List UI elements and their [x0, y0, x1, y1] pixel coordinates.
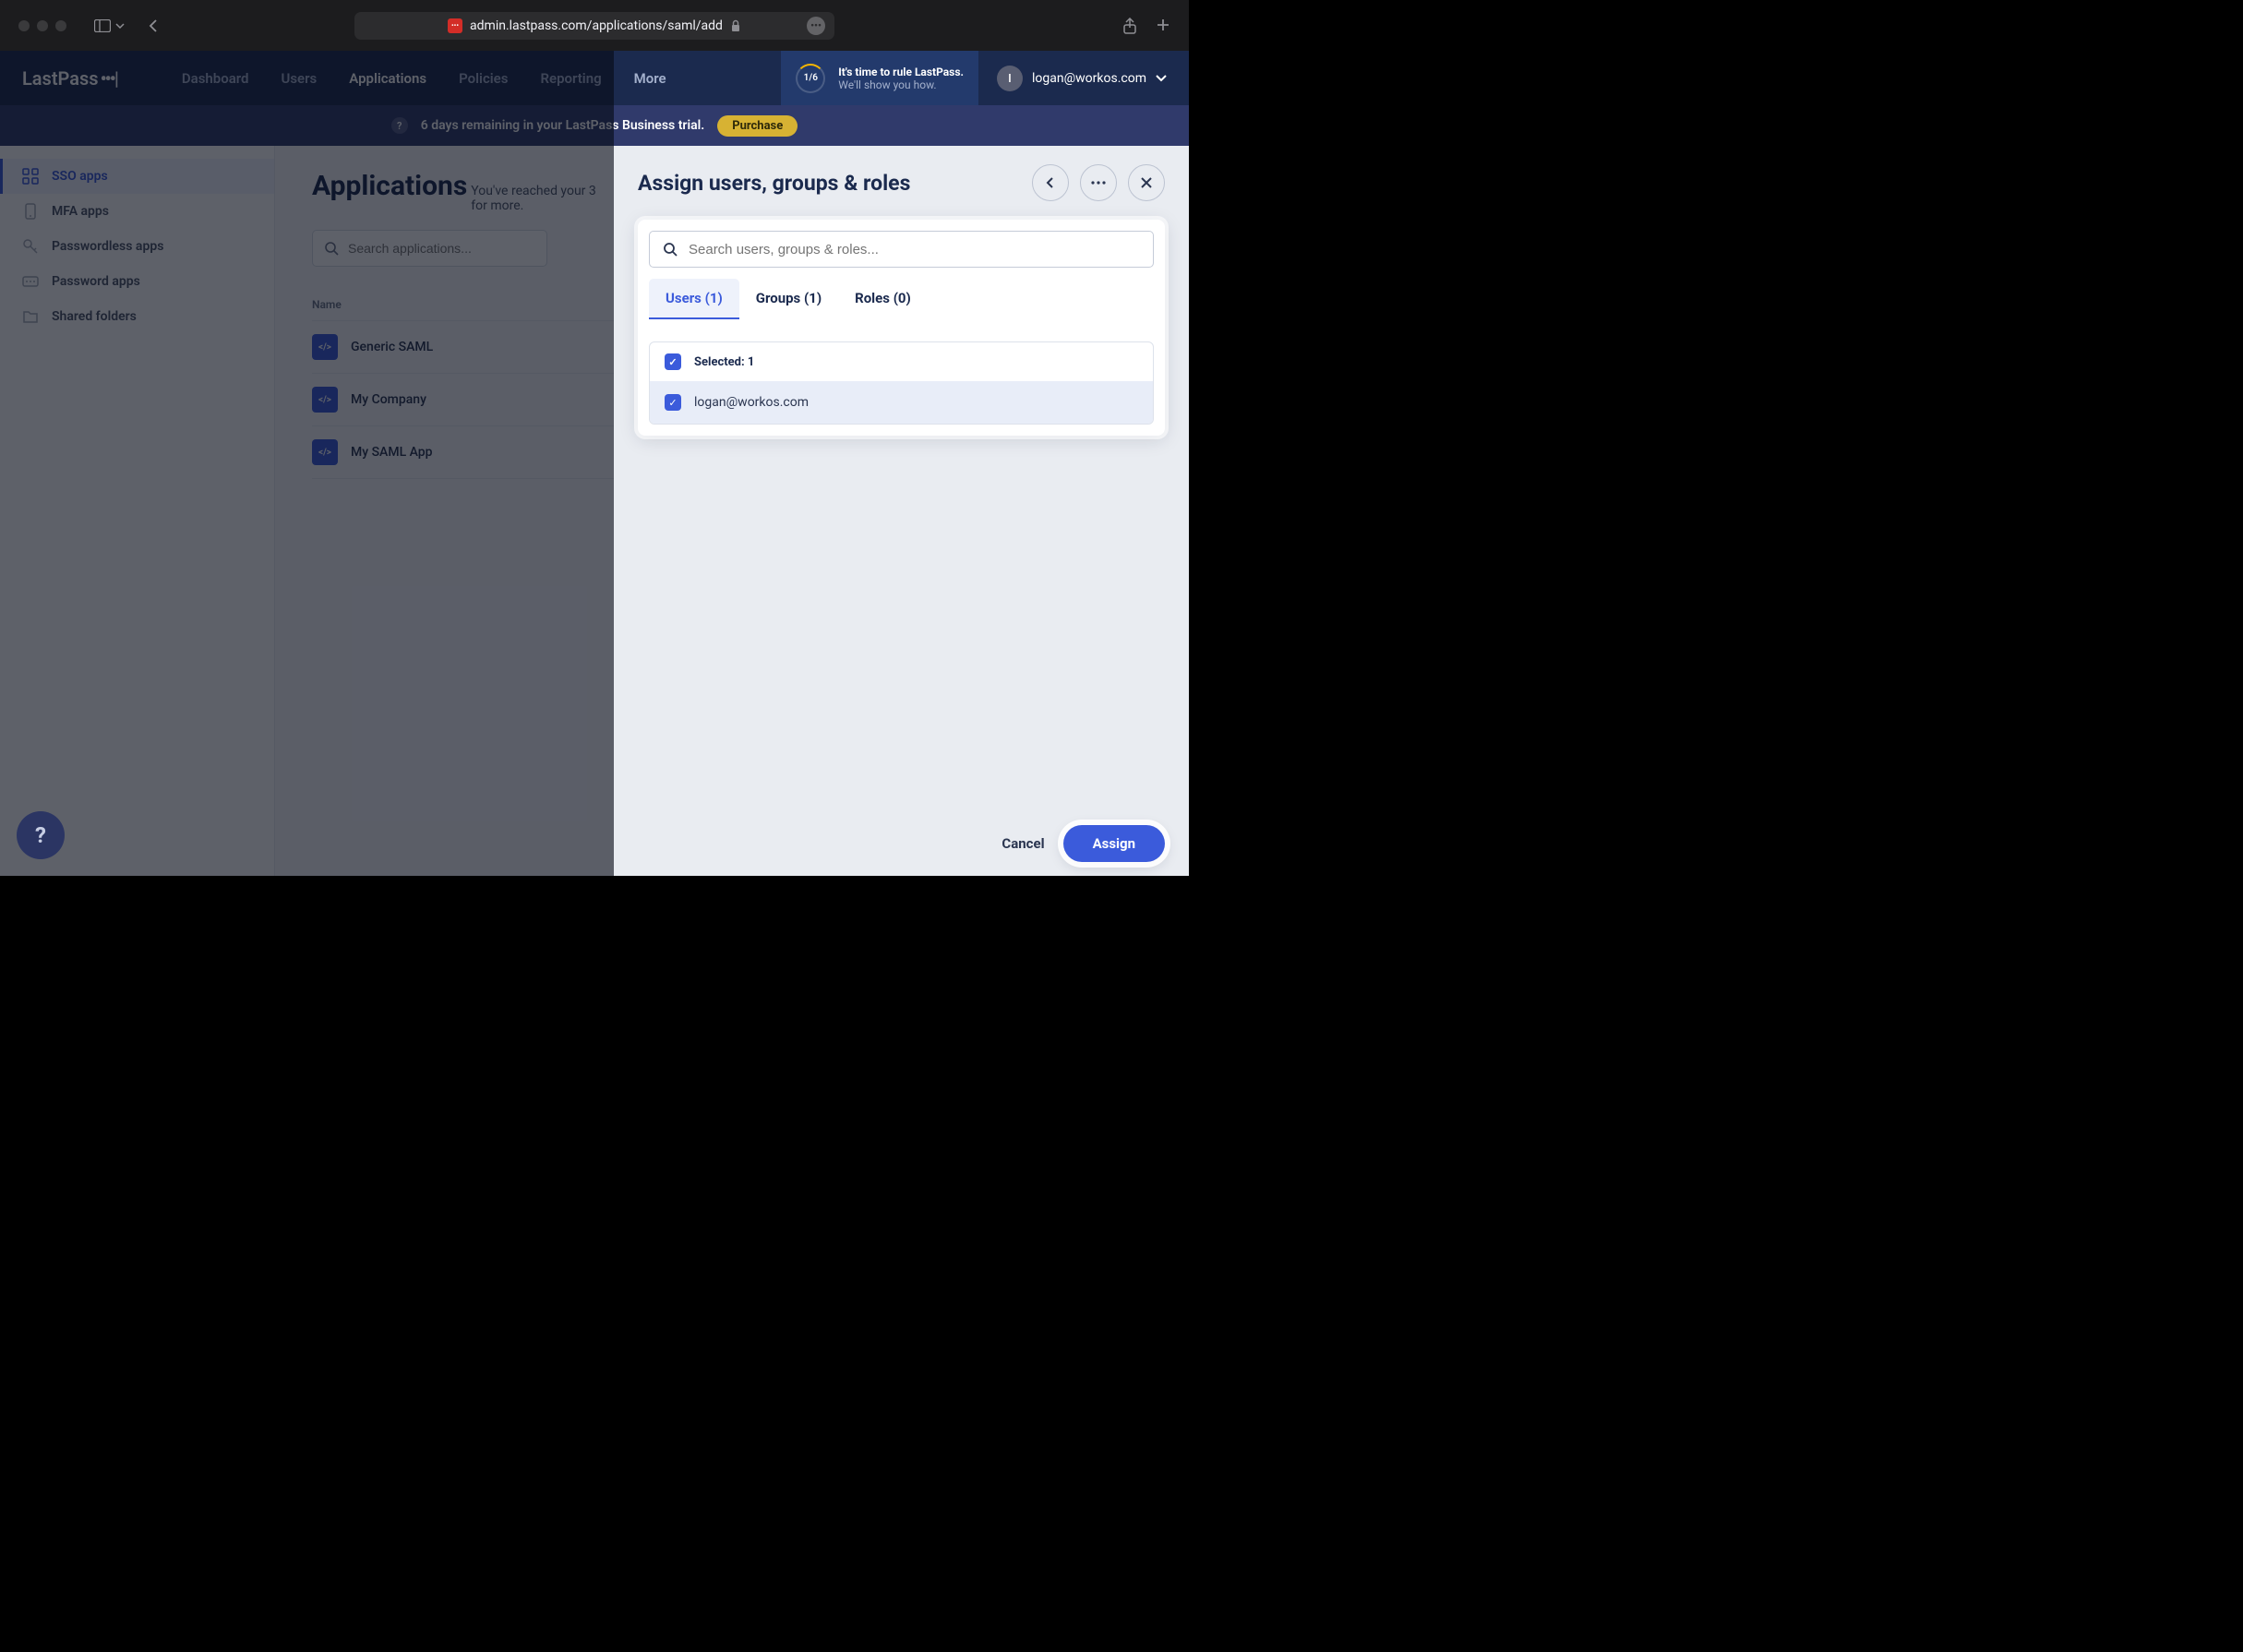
help-icon[interactable]: ?	[391, 117, 408, 134]
user-email: logan@workos.com	[694, 395, 809, 410]
user-checkbox[interactable]: ✓	[665, 394, 681, 411]
sidebar-toggle[interactable]	[94, 19, 125, 32]
browser-chrome: ••• admin.lastpass.com/applications/saml…	[0, 0, 1189, 51]
sidebar: SSO apps MFA apps Passwordless apps Pass…	[0, 146, 275, 876]
search-icon	[324, 241, 339, 256]
logo-dots-icon: •••|	[101, 67, 117, 90]
key-icon	[22, 238, 39, 255]
nav-policies[interactable]: Policies	[459, 70, 508, 87]
promo-subtitle: We'll show you how.	[838, 78, 964, 91]
banner-text: 6 days remaining in your LastPass Busine…	[421, 118, 705, 133]
search-icon	[663, 242, 678, 257]
sidebar-item-sso[interactable]: SSO apps	[0, 159, 274, 194]
account-email: logan@workos.com	[1032, 71, 1146, 86]
app-name: Generic SAML	[351, 340, 433, 354]
share-icon[interactable]	[1122, 18, 1137, 34]
back-button[interactable]	[148, 18, 159, 33]
promo-title: It's time to rule LastPass.	[838, 66, 964, 78]
nav-reporting[interactable]: Reporting	[540, 70, 601, 87]
close-window[interactable]	[18, 20, 30, 31]
selected-count: Selected: 1	[694, 355, 754, 369]
drawer-close-button[interactable]	[1128, 164, 1165, 201]
progress-ring-icon: 1/6	[796, 64, 825, 93]
sidebar-item-shared[interactable]: Shared folders	[0, 299, 274, 334]
favicon-icon: •••	[448, 18, 462, 33]
grid-icon	[22, 168, 39, 185]
drawer-back-button[interactable]	[1032, 164, 1069, 201]
app-search[interactable]	[312, 230, 547, 267]
logo[interactable]: LastPass•••|	[22, 67, 117, 90]
tab-roles[interactable]: Roles (0)	[838, 279, 928, 319]
assign-drawer: Assign users, groups & roles	[614, 146, 1189, 876]
page-title: Applications	[312, 170, 467, 202]
chevron-down-icon	[1156, 75, 1167, 82]
tab-users[interactable]: Users (1)	[649, 279, 739, 319]
nav-applications[interactable]: Applications	[349, 70, 426, 87]
folder-icon	[22, 308, 39, 325]
drawer-more-button[interactable]	[1080, 164, 1117, 201]
reader-icon[interactable]: •••	[807, 17, 825, 35]
select-all-checkbox[interactable]: ✓	[665, 353, 681, 370]
app-icon: </>	[312, 334, 338, 360]
url-bar[interactable]: ••• admin.lastpass.com/applications/saml…	[354, 12, 834, 40]
cancel-button[interactable]: Cancel	[1002, 835, 1044, 852]
nav-more[interactable]: More	[634, 70, 666, 87]
sidebar-item-passwordless[interactable]: Passwordless apps	[0, 229, 274, 264]
app-name: My SAML App	[351, 445, 433, 460]
sidebar-item-label: MFA apps	[52, 204, 109, 219]
tab-groups[interactable]: Groups (1)	[739, 279, 838, 319]
app-icon: </>	[312, 439, 338, 465]
assign-search-input[interactable]	[689, 242, 1140, 257]
phone-icon	[22, 203, 39, 220]
help-bubble[interactable]: ?	[17, 811, 65, 859]
purchase-button[interactable]: Purchase	[717, 115, 798, 137]
assign-search[interactable]	[649, 231, 1154, 268]
assign-panel: Users (1) Groups (1) Roles (0) ✓ Selecte…	[638, 220, 1165, 436]
app-search-input[interactable]	[348, 241, 535, 256]
avatar: l	[997, 66, 1023, 91]
user-row[interactable]: ✓ logan@workos.com	[650, 381, 1153, 424]
page-subtitle: You've reached your 3	[471, 184, 596, 198]
app-name: My Company	[351, 392, 426, 407]
sidebar-item-label: Password apps	[52, 274, 140, 289]
window-controls[interactable]	[18, 20, 66, 31]
trial-banner: ? 6 days remaining in your LastPass Busi…	[0, 105, 1189, 146]
url-text: admin.lastpass.com/applications/saml/add	[470, 18, 723, 33]
nav-users[interactable]: Users	[281, 70, 317, 87]
assign-button[interactable]: Assign	[1063, 825, 1165, 862]
account-menu[interactable]: l logan@workos.com	[997, 66, 1167, 91]
select-all-row[interactable]: ✓ Selected: 1	[650, 342, 1153, 381]
app-icon: </>	[312, 387, 338, 413]
sidebar-item-password[interactable]: Password apps	[0, 264, 274, 299]
apps-icon	[22, 273, 39, 290]
nav-dashboard[interactable]: Dashboard	[182, 70, 249, 87]
onboarding-promo[interactable]: 1/6 It's time to rule LastPass. We'll sh…	[781, 51, 978, 105]
page-subtitle2: for more.	[471, 198, 596, 213]
lock-icon	[730, 19, 741, 32]
chevron-down-icon	[115, 21, 125, 30]
sidebar-item-mfa[interactable]: MFA apps	[0, 194, 274, 229]
drawer-title: Assign users, groups & roles	[638, 171, 910, 196]
sidebar-item-label: Passwordless apps	[52, 239, 163, 254]
maximize-window[interactable]	[55, 20, 66, 31]
new-tab-icon[interactable]	[1156, 18, 1170, 34]
sidebar-item-label: Shared folders	[52, 309, 137, 324]
sidebar-item-label: SSO apps	[52, 169, 108, 184]
top-nav: LastPass•••| Dashboard Users Application…	[0, 51, 1189, 105]
minimize-window[interactable]	[37, 20, 48, 31]
